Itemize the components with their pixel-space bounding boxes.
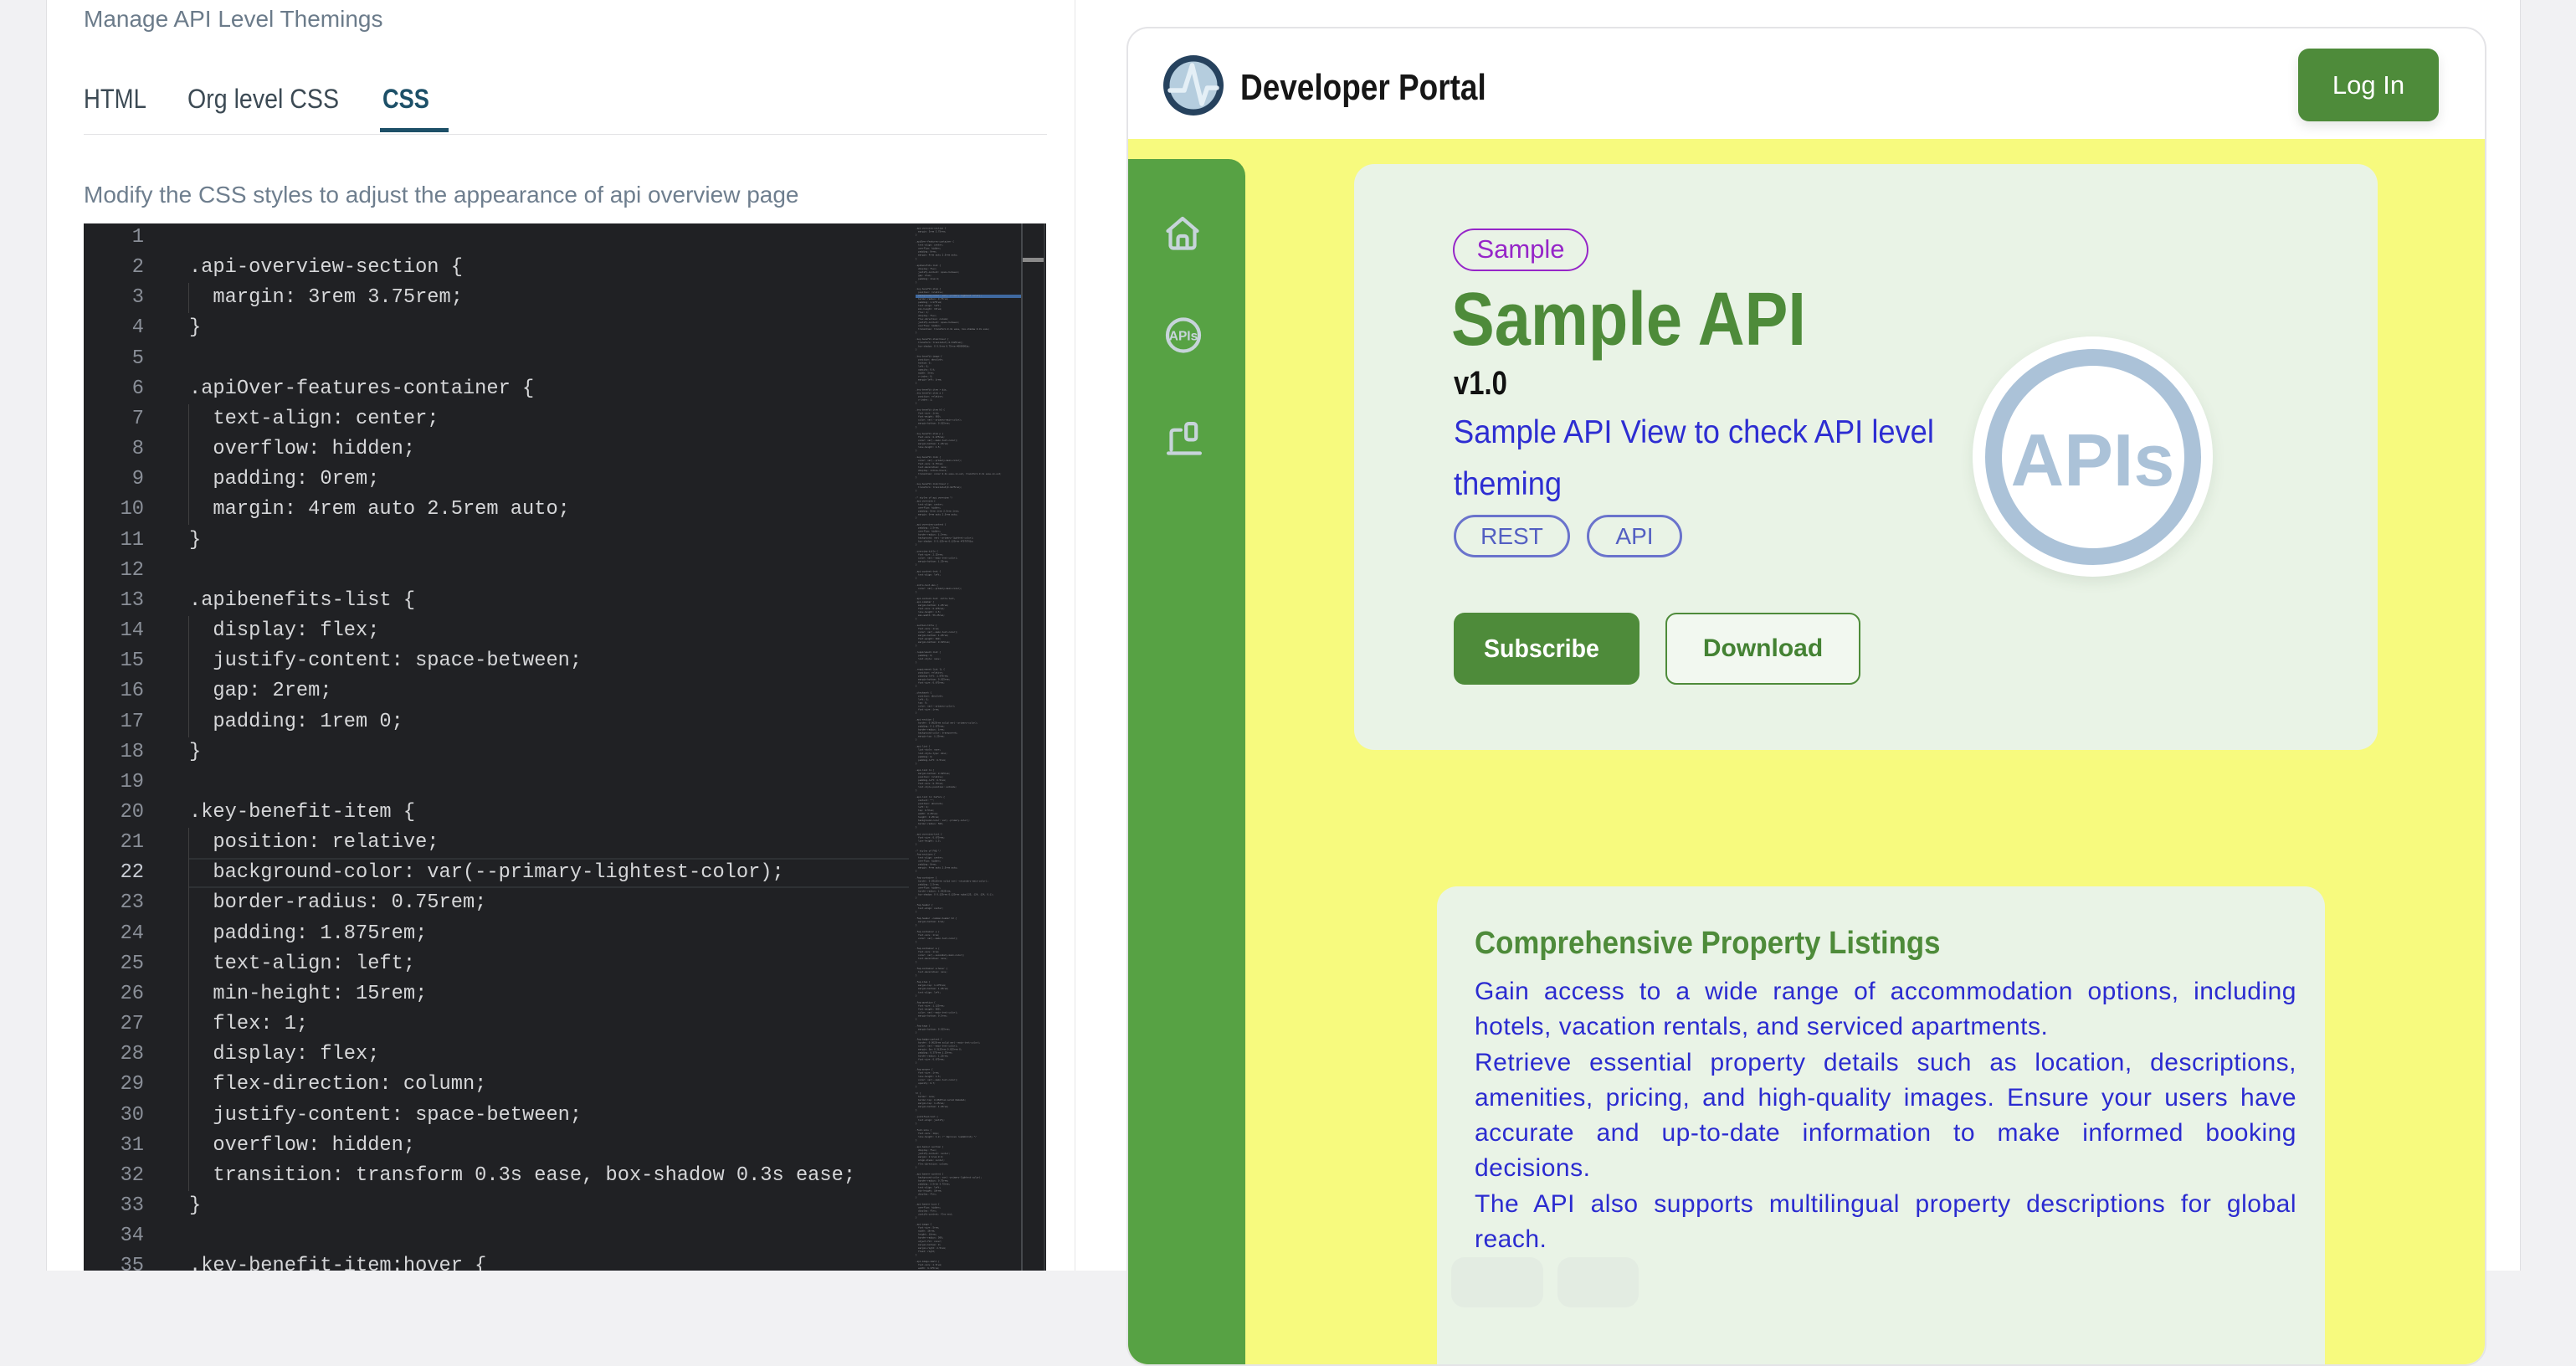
svg-text:APIs: APIs [1169, 330, 1198, 344]
